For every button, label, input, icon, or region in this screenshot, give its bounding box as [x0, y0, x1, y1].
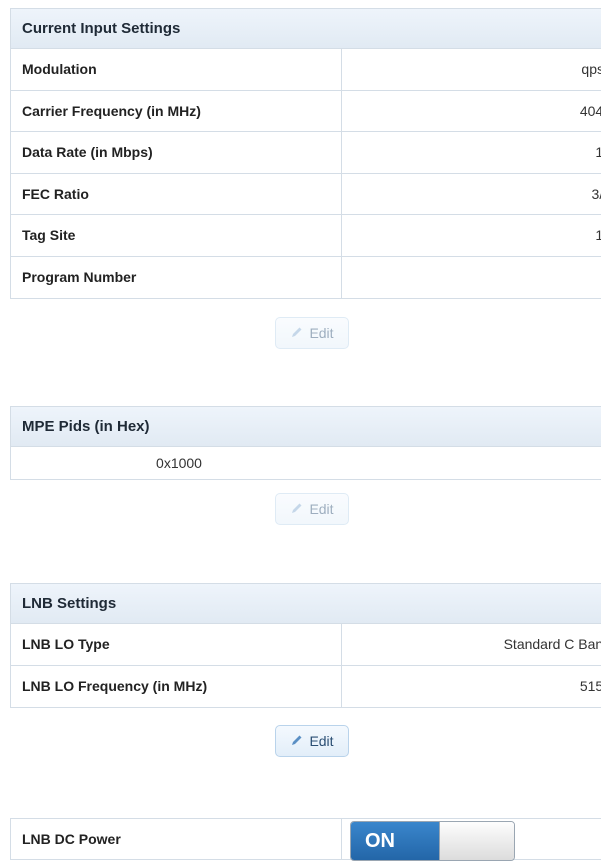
lnb-lo-type-value: Standard C Band	[503, 636, 601, 653]
mpe-pid-value: 0x1000	[156, 455, 202, 471]
modulation-value: qpsk	[581, 61, 601, 78]
lnb-dc-power-toggle[interactable]: ON	[350, 821, 515, 861]
toggle-on-label: ON	[351, 822, 439, 860]
lnb-lo-type-label: LNB LO Type	[11, 624, 342, 665]
toggle-knob	[439, 822, 514, 860]
lnb-settings-title: LNB Settings	[11, 584, 601, 624]
table-row: 0x1000	[11, 447, 601, 479]
data-rate-value: 14	[595, 144, 601, 161]
current-input-settings-panel: Current Input Settings Modulation qpsk C…	[10, 8, 601, 299]
mpe-pids-edit-button[interactable]: Edit	[275, 493, 349, 525]
carrier-frequency-value: 4043	[579, 102, 601, 119]
mpe-pids-panel: MPE Pids (in Hex) 0x1000	[10, 406, 601, 480]
current-input-edit-button[interactable]: Edit	[275, 317, 349, 349]
edit-button-label: Edit	[309, 501, 334, 517]
tag-site-label: Tag Site	[11, 215, 342, 256]
edit-button-label: Edit	[309, 325, 334, 341]
lnb-settings-panel: LNB Settings LNB LO Type Standard C Band…	[10, 583, 601, 708]
fec-ratio-label: FEC Ratio	[11, 173, 342, 214]
table-row: FEC Ratio 3/4	[11, 173, 601, 215]
data-rate-label: Data Rate (in Mbps)	[11, 132, 342, 173]
lnb-settings-edit-button[interactable]: Edit	[275, 725, 349, 757]
table-row: Tag Site 15	[11, 215, 601, 257]
program-number-value: 0	[342, 257, 601, 299]
tag-site-value: 15	[595, 227, 601, 244]
modulation-label: Modulation	[11, 49, 342, 90]
carrier-frequency-label: Carrier Frequency (in MHz)	[11, 90, 342, 131]
lnb-lo-frequency-label: LNB LO Frequency (in MHz)	[11, 665, 342, 707]
fec-ratio-value: 3/4	[591, 185, 601, 202]
edit-button-label: Edit	[309, 733, 334, 749]
pencil-icon	[290, 733, 304, 750]
pencil-icon	[290, 501, 304, 518]
pencil-icon	[290, 325, 304, 342]
table-row: Carrier Frequency (in MHz) 4043	[11, 90, 601, 132]
lnb-dc-power-label: LNB DC Power	[11, 819, 342, 859]
table-row: LNB LO Type Standard C Band	[11, 624, 601, 666]
lnb-lo-frequency-value: 5150	[579, 678, 601, 695]
current-input-settings-title: Current Input Settings	[11, 9, 601, 49]
table-row: Data Rate (in Mbps) 14	[11, 132, 601, 174]
table-row: LNB LO Frequency (in MHz) 5150	[11, 665, 601, 707]
table-row: Modulation qpsk	[11, 49, 601, 91]
mpe-pids-title: MPE Pids (in Hex)	[11, 407, 601, 447]
program-number-label: Program Number	[11, 256, 342, 298]
table-row: Program Number 0	[11, 256, 601, 299]
